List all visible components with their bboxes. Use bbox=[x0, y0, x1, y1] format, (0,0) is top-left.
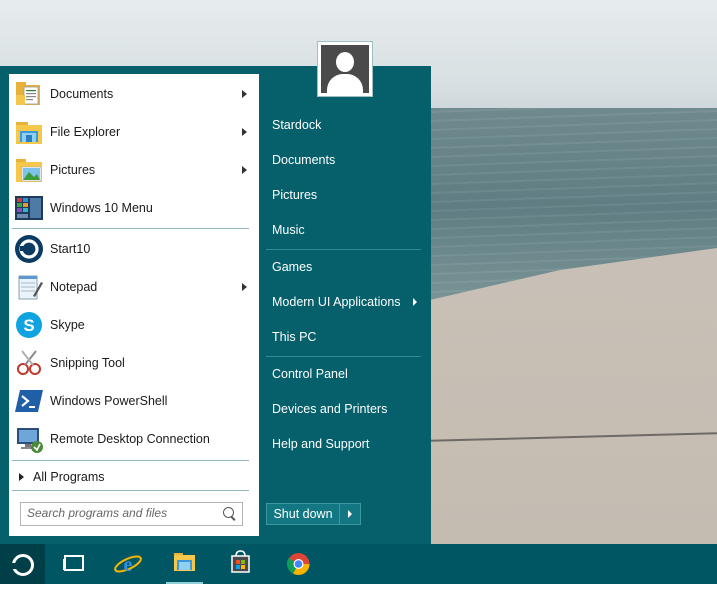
program-item-snipping-tool[interactable]: Snipping Tool bbox=[9, 345, 259, 381]
submenu-arrow-icon bbox=[242, 90, 247, 98]
store-icon bbox=[231, 550, 250, 573]
program-item-remote-desktop-connection[interactable]: Remote Desktop Connection bbox=[9, 421, 259, 457]
program-label: Windows PowerShell bbox=[50, 394, 168, 408]
shutdown-options-arrow-icon[interactable] bbox=[348, 510, 352, 518]
file-explorer-icon bbox=[14, 117, 44, 147]
right-item-devices-and-printers[interactable]: Devices and Printers bbox=[272, 399, 387, 419]
taskbar-internet-explorer[interactable]: e bbox=[106, 544, 151, 584]
skype-icon: S bbox=[14, 310, 44, 340]
program-label: Windows 10 Menu bbox=[50, 201, 153, 215]
windows10-menu-icon bbox=[14, 193, 44, 223]
expand-arrow-icon bbox=[19, 473, 24, 481]
internet-explorer-icon: e bbox=[114, 554, 142, 576]
search-box[interactable] bbox=[20, 502, 243, 526]
right-item-pictures[interactable]: Pictures bbox=[272, 185, 317, 205]
remote-desktop-icon bbox=[14, 424, 44, 454]
right-item-control-panel[interactable]: Control Panel bbox=[272, 364, 348, 384]
search-icon[interactable] bbox=[223, 507, 234, 518]
start-menu-programs-panel: Documents File Explorer Pictures Windows… bbox=[9, 74, 259, 536]
taskbar-file-explorer[interactable] bbox=[162, 544, 207, 584]
snipping-tool-icon bbox=[14, 348, 44, 378]
user-avatar[interactable] bbox=[317, 41, 373, 97]
start10-orb-icon bbox=[12, 554, 34, 576]
task-view-icon bbox=[63, 555, 84, 571]
all-programs-label: All Programs bbox=[33, 470, 105, 484]
taskbar-chrome[interactable] bbox=[276, 544, 321, 584]
separator bbox=[12, 228, 249, 229]
separator bbox=[12, 490, 249, 491]
program-label: Notepad bbox=[50, 280, 98, 294]
shutdown-button[interactable]: Shut down bbox=[266, 503, 361, 525]
right-item-user[interactable]: Stardock bbox=[272, 115, 321, 135]
program-label: Start10 bbox=[50, 242, 91, 256]
right-item-modern-ui-applications[interactable]: Modern UI Applications bbox=[272, 292, 401, 312]
svg-text:S: S bbox=[23, 316, 34, 335]
program-item-windows-10-menu[interactable]: Windows 10 Menu bbox=[9, 190, 259, 226]
submenu-arrow-icon bbox=[242, 283, 247, 291]
right-item-help-and-support[interactable]: Help and Support bbox=[272, 434, 369, 454]
chrome-icon bbox=[286, 553, 310, 575]
svg-text:e: e bbox=[124, 554, 133, 576]
all-programs-button[interactable]: All Programs bbox=[9, 466, 259, 488]
program-item-pictures[interactable]: Pictures bbox=[9, 152, 259, 188]
powershell-icon bbox=[14, 386, 44, 416]
program-item-skype[interactable]: S Skype bbox=[9, 307, 259, 343]
separator bbox=[12, 460, 249, 461]
shutdown-divider bbox=[339, 504, 340, 524]
right-item-games[interactable]: Games bbox=[272, 257, 312, 277]
separator bbox=[266, 249, 421, 250]
program-item-documents[interactable]: Documents bbox=[9, 76, 259, 112]
program-item-start10[interactable]: Start10 bbox=[9, 231, 259, 267]
program-label: Pictures bbox=[50, 163, 96, 177]
submenu-arrow-icon bbox=[242, 128, 247, 136]
right-item-music[interactable]: Music bbox=[272, 220, 305, 240]
program-item-notepad[interactable]: Notepad bbox=[9, 269, 259, 305]
submenu-arrow-icon bbox=[242, 166, 247, 174]
documents-folder-icon bbox=[14, 79, 44, 109]
start10-icon bbox=[14, 234, 44, 264]
program-item-file-explorer[interactable]: File Explorer bbox=[9, 114, 259, 150]
program-label: File Explorer bbox=[50, 125, 121, 139]
submenu-arrow-icon bbox=[413, 298, 417, 306]
program-label: Documents bbox=[50, 87, 114, 101]
program-label: Skype bbox=[50, 318, 85, 332]
file-explorer-icon bbox=[174, 553, 195, 571]
shutdown-label: Shut down bbox=[273, 507, 333, 521]
taskbar-task-view[interactable] bbox=[52, 544, 97, 584]
taskbar-store[interactable] bbox=[218, 544, 263, 584]
pictures-folder-icon bbox=[14, 155, 44, 185]
right-item-this-pc[interactable]: This PC bbox=[272, 327, 316, 347]
user-avatar-icon bbox=[321, 45, 369, 93]
program-label: Snipping Tool bbox=[50, 356, 125, 370]
notepad-icon bbox=[14, 272, 44, 302]
right-item-documents[interactable]: Documents bbox=[272, 150, 335, 170]
start-button[interactable] bbox=[0, 544, 45, 584]
program-label: Remote Desktop Connection bbox=[50, 432, 210, 446]
program-item-windows-powershell[interactable]: Windows PowerShell bbox=[9, 383, 259, 419]
taskbar: e bbox=[0, 544, 717, 584]
search-input[interactable] bbox=[23, 505, 219, 521]
separator bbox=[266, 356, 421, 357]
